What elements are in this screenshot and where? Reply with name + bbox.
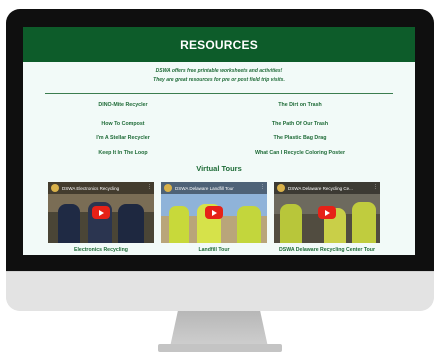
video-caption-landfill[interactable]: Landfill Tour xyxy=(161,247,267,253)
thumb-person xyxy=(169,206,189,243)
play-button-icon[interactable] xyxy=(205,206,223,219)
page-title: RESOURCES xyxy=(180,37,258,52)
link-dino-mite-recycler[interactable]: DINO-Mite Recycler xyxy=(63,102,183,108)
more-options-icon[interactable]: ⋮ xyxy=(260,184,265,190)
link-dirt-on-trash[interactable]: The Dirt on Trash xyxy=(235,102,365,108)
video-thumb-title: DSWA Electronics Recycling xyxy=(62,185,120,191)
video-thumb-title: DSWA Delaware Recycling Ce... xyxy=(288,185,353,191)
intro-text: DSWA offers free printable worksheets an… xyxy=(23,67,415,85)
page-header: RESOURCES xyxy=(23,27,415,62)
link-how-to-compost[interactable]: How To Compost xyxy=(63,121,183,127)
thumb-person xyxy=(118,204,144,243)
screen: RESOURCES DSWA offers free printable wor… xyxy=(23,27,415,255)
video-caption-recycling-center[interactable]: DSWA Delaware Recycling Center Tour xyxy=(274,247,380,253)
monitor-stand xyxy=(170,311,268,347)
video-title-bar: DSWA Delaware Recycling Ce... xyxy=(274,182,380,194)
thumb-person xyxy=(352,202,376,243)
link-coloring-poster[interactable]: What Can I Recycle Coloring Poster xyxy=(235,150,365,156)
more-options-icon[interactable]: ⋮ xyxy=(373,184,378,190)
divider xyxy=(45,93,393,94)
video-title-bar: DSWA Delaware Landfill Tour xyxy=(161,182,267,194)
video-electronics-recycling[interactable]: DSWA Electronics Recycling ⋮ xyxy=(48,182,154,243)
intro-line-2: They are great resources for pre or post… xyxy=(153,77,285,83)
play-button-icon[interactable] xyxy=(92,206,110,219)
channel-avatar-icon xyxy=(164,184,172,192)
video-landfill-tour[interactable]: DSWA Delaware Landfill Tour ⋮ xyxy=(161,182,267,243)
more-options-icon[interactable]: ⋮ xyxy=(147,184,152,190)
thumb-person xyxy=(280,204,302,243)
link-path-of-our-trash[interactable]: The Path Of Our Trash xyxy=(235,121,365,127)
link-stellar-recycler[interactable]: I'm A Stellar Recycler xyxy=(63,135,183,141)
video-caption-electronics[interactable]: Electronics Recycling xyxy=(48,247,154,253)
intro-line-1: DSWA offers free printable worksheets an… xyxy=(155,68,283,74)
play-button-icon[interactable] xyxy=(318,206,336,219)
thumb-person xyxy=(237,206,261,243)
link-keep-it-in-the-loop[interactable]: Keep It In The Loop xyxy=(63,150,183,156)
video-thumb-title: DSWA Delaware Landfill Tour xyxy=(175,185,234,191)
link-plastic-bag-drag[interactable]: The Plastic Bag Drag xyxy=(235,135,365,141)
thumb-person xyxy=(58,204,80,243)
virtual-tours-heading: Virtual Tours xyxy=(196,164,242,173)
video-recycling-center-tour[interactable]: DSWA Delaware Recycling Ce... ⋮ xyxy=(274,182,380,243)
monitor-chin xyxy=(6,271,434,311)
video-title-bar: DSWA Electronics Recycling xyxy=(48,182,154,194)
channel-avatar-icon xyxy=(277,184,285,192)
monitor-stand-base xyxy=(158,344,282,352)
channel-avatar-icon xyxy=(51,184,59,192)
